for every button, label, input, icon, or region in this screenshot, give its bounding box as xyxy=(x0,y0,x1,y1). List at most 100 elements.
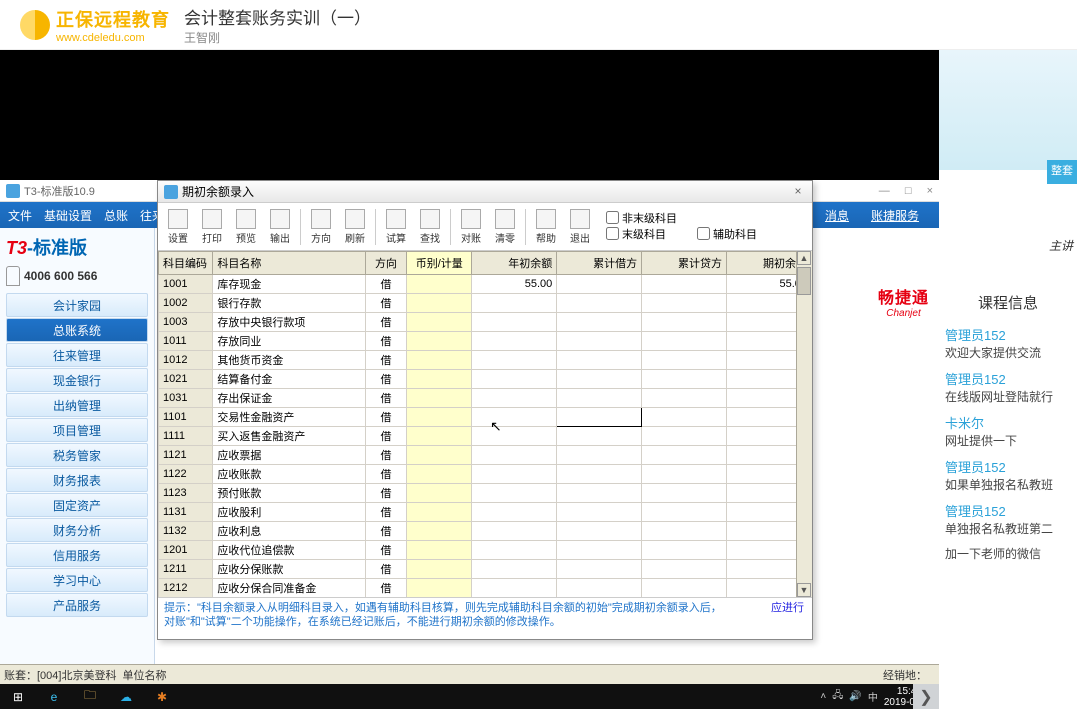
table-row[interactable]: 1001库存现金借55.0055.00 xyxy=(159,275,812,294)
table-row[interactable]: 1002银行存款借 xyxy=(159,294,812,313)
close-icon[interactable]: × xyxy=(790,184,806,200)
app-statusbar: 账套：[004]北京美登科 单位名称 经销地： xyxy=(0,664,939,684)
dialog-titlebar[interactable]: 期初余额录入 × xyxy=(158,181,812,203)
filter-checkbox[interactable]: 末级科目 xyxy=(606,226,677,242)
column-header[interactable]: 累计借方 xyxy=(557,252,642,275)
nav-item[interactable]: 总账系统 xyxy=(6,318,148,342)
table-row[interactable]: 1212应收分保合同准备金借 xyxy=(159,579,812,598)
toolbar-设置[interactable]: 设置 xyxy=(162,209,194,245)
cloud-icon[interactable]: ☁ xyxy=(108,684,144,709)
column-header[interactable]: 年初余额 xyxy=(472,252,557,275)
toolbar-icon xyxy=(386,209,406,229)
toolbar-icon xyxy=(311,209,331,229)
chat-message: 网址提供一下 xyxy=(945,432,1071,449)
nav-item[interactable]: 财务报表 xyxy=(6,468,148,492)
nav-item[interactable]: 往来管理 xyxy=(6,343,148,367)
chat-item[interactable]: 加一下老师的微信 xyxy=(945,545,1071,562)
toolbar-icon xyxy=(495,209,515,229)
table-row[interactable]: 1012其他货币资金借 xyxy=(159,351,812,370)
toolbar-清零[interactable]: 清零 xyxy=(489,209,521,245)
nav-item[interactable]: 项目管理 xyxy=(6,418,148,442)
chat-item[interactable]: 管理员152如果单独报名私教班 xyxy=(945,457,1071,493)
toolbar-试算[interactable]: 试算 xyxy=(380,209,412,245)
vertical-scrollbar[interactable]: ▲ ▼ xyxy=(796,251,812,597)
column-header[interactable]: 累计贷方 xyxy=(642,252,727,275)
chat-message: 加一下老师的微信 xyxy=(945,545,1071,562)
chat-item[interactable]: 管理员152在线版网址登陆就行 xyxy=(945,369,1071,405)
table-row[interactable]: 1121应收票据借 xyxy=(159,446,812,465)
folder-icon[interactable]: 🗀 xyxy=(72,684,108,709)
toolbar-方向[interactable]: 方向 xyxy=(305,209,337,245)
table-row[interactable]: 1031存出保证金借 xyxy=(159,389,812,408)
column-header[interactable]: 方向 xyxy=(365,252,406,275)
chat-item[interactable]: 卡米尔网址提供一下 xyxy=(945,413,1071,449)
menu-link[interactable]: 消息 xyxy=(825,209,849,223)
grid-wrap: 科目编码科目名称方向币别/计量年初余额累计借方累计贷方期初余额1001库存现金借… xyxy=(158,251,812,597)
column-header[interactable]: 科目编码 xyxy=(159,252,213,275)
close-button[interactable]: × xyxy=(927,185,933,197)
filter-checkbox[interactable]: 非末级科目 xyxy=(606,210,677,226)
nav-item[interactable]: 产品服务 xyxy=(6,593,148,617)
toolbar-预览[interactable]: 预览 xyxy=(230,209,262,245)
nav-item[interactable]: 现金银行 xyxy=(6,368,148,392)
nav-item[interactable]: 固定资产 xyxy=(6,493,148,517)
site-logo[interactable]: 正保远程教育 www.cdeledu.com xyxy=(20,6,170,44)
chat-item[interactable]: 管理员152单独报名私教班第二 xyxy=(945,501,1071,537)
menu-item[interactable]: 总账 xyxy=(104,209,128,223)
tray-ime-icon[interactable]: 中 xyxy=(868,689,878,704)
hint-link[interactable]: 应进行 xyxy=(771,601,804,615)
video-player[interactable] xyxy=(0,50,939,180)
table-row[interactable]: 1201应收代位追偿款借 xyxy=(159,541,812,560)
table-row[interactable]: 1211应收分保账款借 xyxy=(159,560,812,579)
menu-item[interactable]: 文件 xyxy=(8,209,32,223)
toolbar-刷新[interactable]: 刷新 xyxy=(339,209,371,245)
table-row[interactable]: 1011存放同业借 xyxy=(159,332,812,351)
page-header: 正保远程教育 www.cdeledu.com 会计整套账务实训（一） 王智刚 xyxy=(0,0,1077,50)
chat-item[interactable]: 管理员152欢迎大家提供交流 xyxy=(945,325,1071,361)
table-row[interactable]: 1111买入返售金融资产借 xyxy=(159,427,812,446)
toolbar-对账[interactable]: 对账 xyxy=(455,209,487,245)
maximize-button[interactable]: □ xyxy=(905,185,912,197)
toolbar-退出[interactable]: 退出 xyxy=(564,209,596,245)
filter-checkbox[interactable]: 辅助科目 xyxy=(697,226,757,242)
scroll-down-arrow[interactable]: ▼ xyxy=(797,583,811,597)
course-info: 会计整套账务实训（一） 王智刚 xyxy=(184,4,371,46)
start-button[interactable]: ⊞ xyxy=(0,684,36,709)
toolbar-帮助[interactable]: 帮助 xyxy=(530,209,562,245)
tray-network-icon[interactable]: 🖧 xyxy=(832,688,843,705)
column-header[interactable]: 币别/计量 xyxy=(407,252,472,275)
menu-link[interactable]: 账捷服务 xyxy=(871,209,919,223)
app-taskbar-icon[interactable]: ✱ xyxy=(144,684,180,709)
column-header[interactable]: 科目名称 xyxy=(213,252,365,275)
nav-item[interactable]: 税务管家 xyxy=(6,443,148,467)
table-row[interactable]: 1132应收利息借 xyxy=(159,522,812,541)
tray-volume-icon[interactable]: 🔊 xyxy=(849,691,861,702)
tray-up-icon[interactable]: ˄ xyxy=(820,691,826,702)
scroll-up-arrow[interactable]: ▲ xyxy=(797,251,811,265)
toolbar-icon xyxy=(536,209,556,229)
toolbar-输出[interactable]: 输出 xyxy=(264,209,296,245)
chat-message: 在线版网址登陆就行 xyxy=(945,388,1071,405)
nav-item[interactable]: 学习中心 xyxy=(6,568,148,592)
scroll-thumb[interactable] xyxy=(797,267,811,295)
table-row[interactable]: 1003存放中央银行款项借 xyxy=(159,313,812,332)
toolbar-icon xyxy=(202,209,222,229)
menu-item[interactable]: 基础设置 xyxy=(44,209,92,223)
table-row[interactable]: 1131应收股利借 xyxy=(159,503,812,522)
table-row[interactable]: 1021结算备付金借 xyxy=(159,370,812,389)
chat-username: 卡米尔 xyxy=(945,413,1071,432)
balance-grid[interactable]: 科目编码科目名称方向币别/计量年初余额累计借方累计贷方期初余额1001库存现金借… xyxy=(158,251,812,597)
table-row[interactable]: 1101交易性金融资产借 xyxy=(159,408,812,427)
nav-item[interactable]: 信用服务 xyxy=(6,543,148,567)
nav-item[interactable]: 出纳管理 xyxy=(6,393,148,417)
table-row[interactable]: 1123预付账款借 xyxy=(159,484,812,503)
table-row[interactable]: 1122应收账款借 xyxy=(159,465,812,484)
edge-icon[interactable]: e xyxy=(36,684,72,709)
toolbar-打印[interactable]: 打印 xyxy=(196,209,228,245)
nav-item[interactable]: 会计家园 xyxy=(6,293,148,317)
minimize-button[interactable]: — xyxy=(879,185,890,197)
nav-item[interactable]: 财务分析 xyxy=(6,518,148,542)
toolbar-查找[interactable]: 查找 xyxy=(414,209,446,245)
next-arrow-button[interactable]: ❯ xyxy=(913,684,939,709)
toolbar-icon xyxy=(270,209,290,229)
